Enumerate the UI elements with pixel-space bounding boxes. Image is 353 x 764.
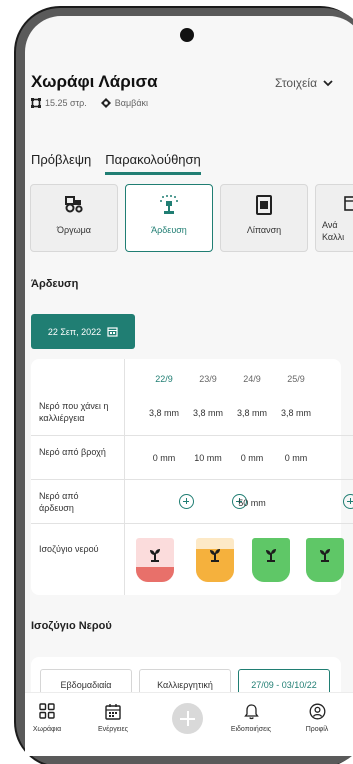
- field-area: 15.25 στρ.: [45, 98, 87, 108]
- value-cell: 0 mm: [152, 453, 176, 463]
- details-label: Στοιχεία: [275, 76, 318, 90]
- day-header: 24/9: [243, 374, 261, 384]
- calendar-icon: [107, 327, 118, 337]
- plant-icon: [306, 547, 344, 568]
- water-balance-tile: [306, 538, 344, 582]
- day-header: 25/9: [287, 374, 305, 384]
- value-cell: 3,8 mm: [236, 408, 267, 418]
- nav-label: Ειδοποιήσεις: [230, 726, 272, 733]
- nav-label: Ενέργειες: [98, 726, 128, 733]
- value-cell: 50 mm: [238, 498, 266, 508]
- tab-forecast[interactable]: Πρόβλεψη: [31, 152, 91, 175]
- water-balance-title: Ισοζύγιο Νερού: [31, 620, 112, 632]
- nav-fields[interactable]: Χωράφια: [17, 701, 77, 733]
- nav-label: Χωράφια: [32, 726, 62, 733]
- fertilizer-icon: [256, 195, 272, 215]
- value-cell: 0 mm: [240, 453, 264, 463]
- add-icon[interactable]: [172, 703, 203, 734]
- day-header: 23/9: [199, 374, 217, 384]
- water-balance-tile: [196, 538, 234, 582]
- tractor-icon: [65, 196, 83, 213]
- bottom-nav: Χωράφια Ενέργειες Ειδοποιήσεις Προφίλ: [25, 692, 353, 756]
- calendar-icon: [105, 703, 121, 720]
- water-balance-tile: [136, 538, 174, 582]
- plant-icon: [252, 547, 290, 568]
- field-meta: 15.25 στρ. Βαμβάκι: [31, 98, 148, 108]
- date-label: 22 Σεπ, 2022: [47, 326, 102, 337]
- nav-notifications[interactable]: Ειδοποιήσεις: [221, 701, 281, 733]
- category-label: Λίπανση: [246, 225, 282, 235]
- crop-icon: [100, 98, 111, 108]
- value-cell: 3,8 mm: [192, 408, 223, 418]
- category-label: Άρδευση: [151, 225, 187, 235]
- irrigation-table: 22/9 23/9 24/9 25/9 Νερό που χάνει η καλ…: [31, 359, 353, 595]
- row-label-irrigation-water: Νερό από άρδευση: [39, 491, 79, 513]
- irrigation-section-title: Άρδευση: [31, 278, 79, 290]
- grid-icon: [39, 703, 55, 719]
- water-level-fill: [136, 567, 174, 582]
- value-cell: 10 mm: [194, 453, 222, 463]
- day-header: 22/9: [155, 374, 173, 384]
- add-irrigation-button[interactable]: [343, 494, 353, 509]
- plant-icon: [136, 547, 174, 568]
- bell-icon: [243, 703, 259, 719]
- area-icon: [31, 98, 41, 108]
- nav-actions[interactable]: Ενέργειες: [83, 701, 143, 733]
- row-label-crop-water-loss: Νερό που χάνει η καλλιέργεια: [39, 401, 109, 423]
- sprinkler-icon: [160, 195, 178, 214]
- app-screen: Χωράφι Λάρισα Στοιχεία 15.25 στρ. Βαμβάκ…: [25, 16, 353, 756]
- nav-label: Προφίλ: [305, 726, 329, 733]
- value-cell: 3,8 mm: [148, 408, 179, 418]
- details-dropdown[interactable]: Στοιχεία: [275, 76, 333, 90]
- category-irrigation[interactable]: Άρδευση: [125, 184, 213, 252]
- value-cell: 3,8 mm: [280, 408, 311, 418]
- field-title: Χωράφι Λάρισα: [31, 72, 158, 91]
- value-cell: 0 mm: [284, 453, 308, 463]
- category-more[interactable]: Ανά Καλλι: [315, 184, 353, 252]
- view-tabs: Πρόβλεψη Παρακολούθηση: [31, 152, 201, 175]
- category-ploughing[interactable]: Όργωμα: [30, 184, 118, 252]
- activity-categories: Όργωμα Άρδευση Λίπανση Ανά Καλλι: [30, 184, 353, 252]
- date-picker-button[interactable]: 22 Σεπ, 2022: [31, 314, 135, 349]
- field-crop: Βαμβάκι: [114, 98, 149, 108]
- calendar-icon: [344, 196, 353, 211]
- row-label-rain-water: Νερό από βροχή: [39, 447, 106, 457]
- tab-monitoring[interactable]: Παρακολούθηση: [105, 152, 201, 175]
- category-label: Ανά Καλλι: [322, 220, 345, 242]
- camera-notch: [180, 28, 194, 42]
- profile-icon: [309, 703, 325, 719]
- add-irrigation-button[interactable]: [179, 494, 194, 509]
- category-fertilization[interactable]: Λίπανση: [220, 184, 308, 252]
- plant-icon: [196, 547, 234, 568]
- nav-profile[interactable]: Προφίλ: [287, 701, 347, 733]
- chevron-down-icon: [323, 79, 333, 86]
- category-label: Όργωμα: [56, 225, 91, 235]
- water-balance-tile: [252, 538, 290, 582]
- row-label-water-balance: Ισοζύγιο νερού: [39, 544, 99, 554]
